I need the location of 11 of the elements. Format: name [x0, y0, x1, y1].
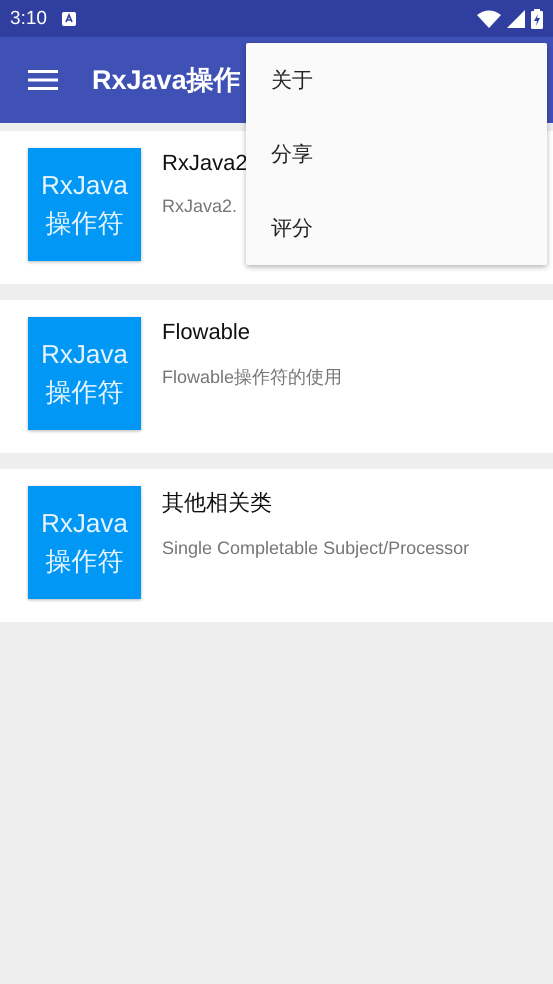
item-title: 其他相关类 — [162, 489, 273, 517]
app-logo: RxJava 操作符 — [28, 486, 141, 599]
item-subtitle: Single Completable Subject/Processor — [162, 538, 470, 559]
item-title: RxJava2 — [162, 150, 248, 176]
status-time: 3:10 — [10, 8, 47, 30]
app-title: RxJava操作 — [92, 64, 241, 97]
item-title: Flowable — [162, 319, 252, 345]
item-subtitle: RxJava2. — [162, 196, 238, 217]
item-subtitle: Flowable操作符的使用 — [162, 366, 342, 389]
app-logo: RxJava 操作符 — [28, 148, 141, 261]
app-logo: RxJava 操作符 — [28, 317, 141, 430]
